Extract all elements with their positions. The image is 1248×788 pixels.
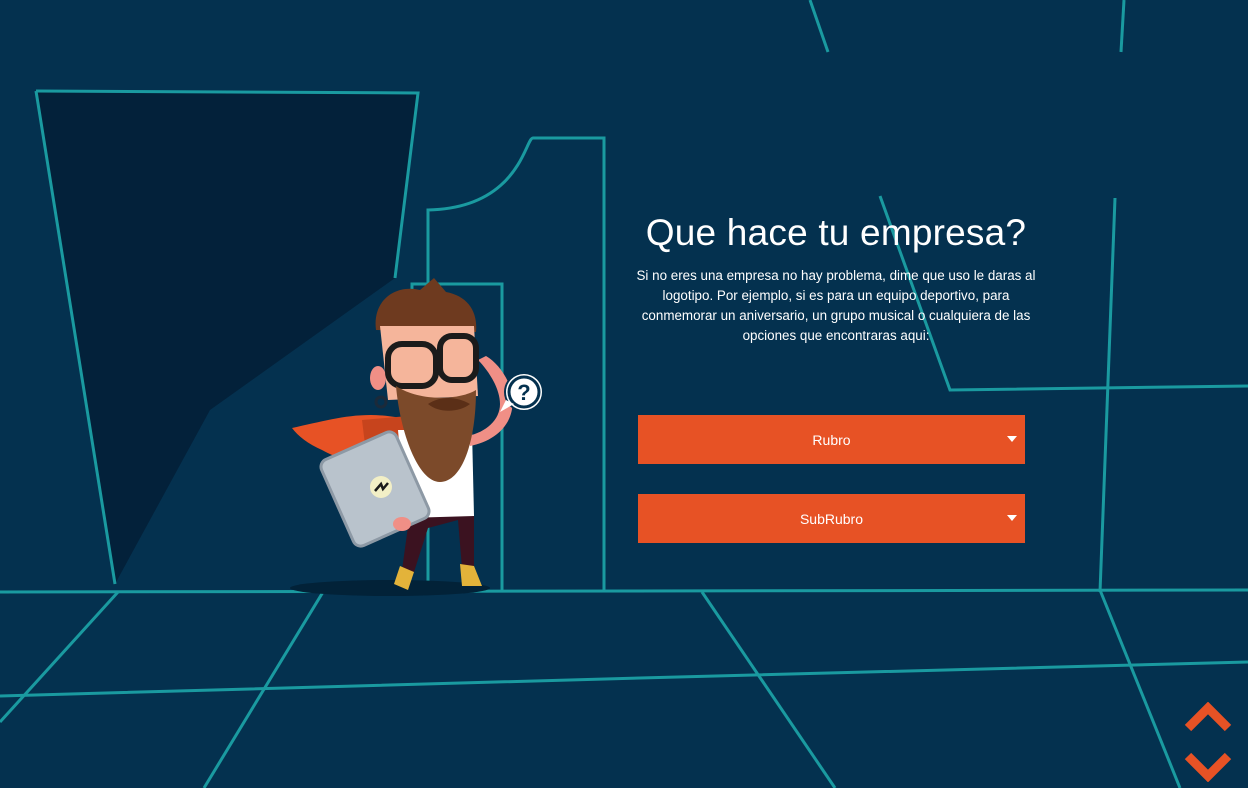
- right-shoe: [460, 564, 482, 586]
- subrubro-select-label: SubRubro: [799, 510, 864, 527]
- background-scene: ?: [0, 0, 1248, 788]
- rubro-select-label: Rubro: [812, 431, 851, 448]
- scroll-up-button[interactable]: [1184, 702, 1232, 732]
- chevron-up-icon: [1184, 702, 1232, 732]
- hand: [393, 517, 411, 531]
- earring: [374, 395, 388, 409]
- intro-description: Si no eres una empresa no hay problema, …: [636, 268, 1036, 343]
- chevron-down-icon: [1007, 515, 1017, 521]
- subrubro-select[interactable]: SubRubro: [638, 494, 1025, 543]
- scroll-down-button[interactable]: [1184, 752, 1232, 782]
- ear: [370, 366, 386, 390]
- hair: [375, 278, 477, 332]
- question-mark: ?: [517, 380, 530, 405]
- chevron-down-icon: [1007, 436, 1017, 442]
- character-shadow: [290, 580, 490, 596]
- rubro-select[interactable]: Rubro: [638, 415, 1025, 464]
- page-title: Que hace tu empresa?: [645, 212, 1027, 253]
- chevron-down-icon: [1184, 752, 1232, 782]
